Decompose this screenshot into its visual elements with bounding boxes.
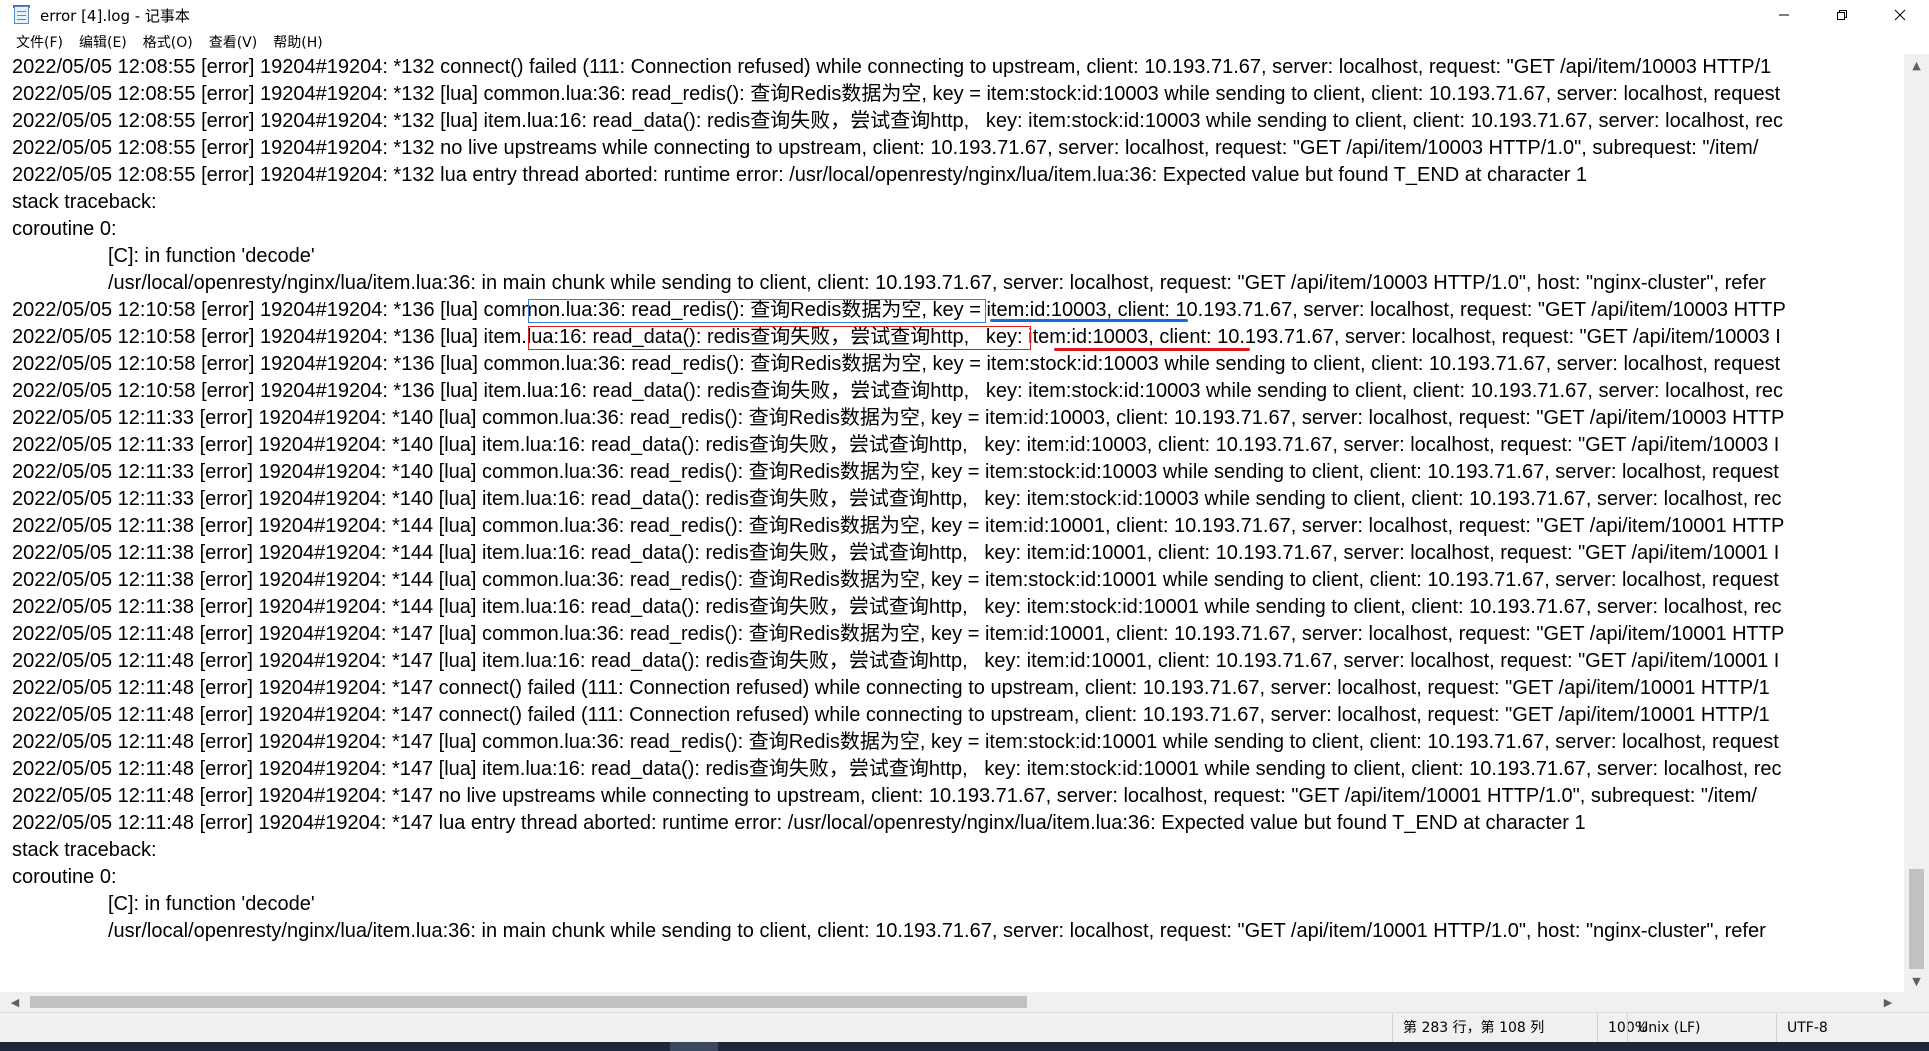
scrollbar-corner	[1904, 992, 1929, 1012]
window-title: error [4].log - 记事本	[40, 6, 190, 25]
vertical-scroll-thumb[interactable]	[1909, 869, 1924, 969]
log-line: 2022/05/05 12:11:38 [error] 19204#19204:…	[12, 596, 1782, 618]
log-line: 2022/05/05 12:11:48 [error] 19204#19204:…	[12, 677, 1770, 699]
log-line: 2022/05/05 12:11:33 [error] 19204#19204:…	[12, 488, 1782, 510]
log-line: 2022/05/05 12:10:58 [error] 19204#19204:…	[12, 380, 1783, 402]
horizontal-scrollbar[interactable]: ◀ ▶	[0, 992, 1929, 1012]
log-line: 2022/05/05 12:08:55 [error] 19204#19204:…	[12, 164, 1588, 186]
close-button[interactable]	[1871, 0, 1929, 30]
taskbar	[0, 1042, 1929, 1051]
minimize-icon	[1779, 14, 1789, 16]
status-encoding: UTF-8	[1776, 1013, 1828, 1043]
menu-edit[interactable]: 编辑(E)	[71, 30, 135, 54]
notepad-icon	[12, 5, 32, 25]
log-line: 2022/05/05 12:11:48 [error] 19204#19204:…	[12, 785, 1757, 807]
log-line: /usr/local/openresty/nginx/lua/item.lua:…	[108, 272, 1766, 294]
restore-button[interactable]	[1813, 0, 1871, 30]
log-line: 2022/05/05 12:11:48 [error] 19204#19204:…	[12, 650, 1780, 672]
vertical-scrollbar[interactable]: ▲ ▼	[1904, 54, 1929, 992]
text-editor[interactable]: 2022/05/05 12:08:55 [error] 19204#19204:…	[0, 54, 1904, 992]
menu-help[interactable]: 帮助(H)	[265, 30, 330, 54]
menu-format[interactable]: 格式(O)	[135, 30, 201, 54]
log-line: coroutine 0:	[12, 218, 117, 240]
log-line: /usr/local/openresty/nginx/lua/item.lua:…	[108, 920, 1766, 942]
title-bar[interactable]: error [4].log - 记事本	[0, 0, 1929, 30]
log-line: 2022/05/05 12:08:55 [error] 19204#19204:…	[12, 137, 1759, 159]
log-line: 2022/05/05 12:10:58 [error] 19204#19204:…	[12, 353, 1781, 375]
log-line: 2022/05/05 12:08:55 [error] 19204#19204:…	[12, 83, 1781, 105]
close-icon	[1894, 9, 1906, 21]
highlight-box-red	[528, 326, 1031, 350]
status-line-ending: Unix (LF)	[1627, 1013, 1701, 1043]
horizontal-scroll-thumb[interactable]	[30, 996, 1027, 1008]
log-line: 2022/05/05 12:11:48 [error] 19204#19204:…	[12, 623, 1785, 645]
restore-icon	[1837, 10, 1847, 20]
log-line: 2022/05/05 12:11:33 [error] 19204#19204:…	[12, 461, 1779, 483]
log-line: 2022/05/05 12:11:33 [error] 19204#19204:…	[12, 434, 1780, 456]
menu-bar: 文件(F) 编辑(E) 格式(O) 查看(V) 帮助(H)	[0, 30, 1929, 54]
log-line: 2022/05/05 12:08:55 [error] 19204#19204:…	[12, 56, 1772, 78]
log-line: 2022/05/05 12:11:38 [error] 19204#19204:…	[12, 542, 1780, 564]
log-line: [C]: in function 'decode'	[108, 893, 315, 915]
underline-blue	[990, 319, 1188, 322]
scroll-up-icon[interactable]: ▲	[1904, 54, 1929, 76]
menu-file[interactable]: 文件(F)	[8, 30, 71, 54]
log-line: 2022/05/05 12:08:55 [error] 19204#19204:…	[12, 110, 1783, 132]
log-line: 2022/05/05 12:11:48 [error] 19204#19204:…	[12, 812, 1586, 834]
log-line: 2022/05/05 12:11:33 [error] 19204#19204:…	[12, 407, 1785, 429]
minimize-button[interactable]	[1755, 0, 1813, 30]
underline-red	[1054, 348, 1250, 351]
scroll-down-icon[interactable]: ▼	[1904, 970, 1929, 992]
log-line: stack traceback:	[12, 839, 157, 861]
scroll-right-icon[interactable]: ▶	[1877, 992, 1899, 1012]
log-line: [C]: in function 'decode'	[108, 245, 315, 267]
log-line: 2022/05/05 12:11:48 [error] 19204#19204:…	[12, 731, 1779, 753]
status-bar: 第 283 行，第 108 列 100% Unix (LF) UTF-8	[0, 1012, 1929, 1043]
status-cursor-position: 第 283 行，第 108 列	[1392, 1013, 1544, 1043]
highlight-box-blue	[528, 299, 986, 323]
log-line: 2022/05/05 12:11:48 [error] 19204#19204:…	[12, 758, 1782, 780]
window-controls	[1755, 0, 1929, 30]
log-line: 2022/05/05 12:11:38 [error] 19204#19204:…	[12, 569, 1779, 591]
menu-view[interactable]: 查看(V)	[201, 30, 266, 54]
log-line: 2022/05/05 12:11:48 [error] 19204#19204:…	[12, 704, 1770, 726]
log-line: coroutine 0:	[12, 866, 117, 888]
log-line: 2022/05/05 12:11:38 [error] 19204#19204:…	[12, 515, 1785, 537]
log-line: stack traceback:	[12, 191, 157, 213]
scroll-left-icon[interactable]: ◀	[4, 992, 26, 1012]
